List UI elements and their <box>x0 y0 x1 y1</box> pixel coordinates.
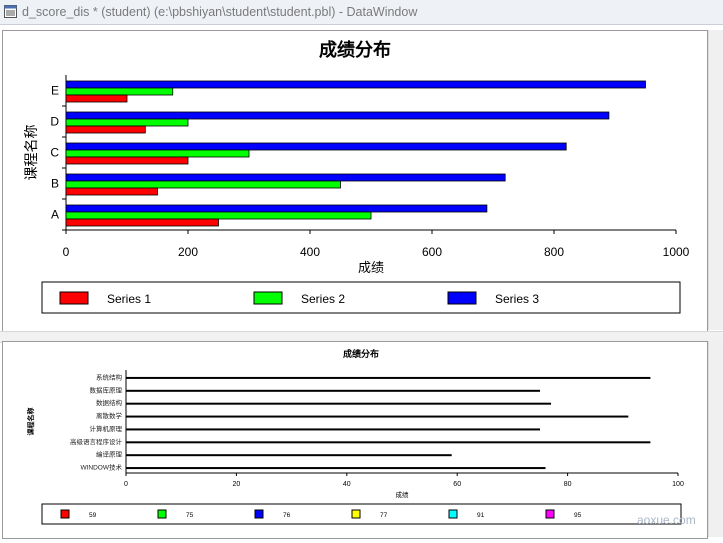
chart-2-legend-swatch <box>254 509 264 519</box>
chart-2-category-label: 系统结构 <box>96 372 123 381</box>
chart-1-bar-series-3 <box>65 173 506 182</box>
chart-1-legend-swatch <box>253 291 283 305</box>
chart-1-bar-series-1 <box>65 218 219 227</box>
chart-2-legend-swatch <box>545 509 555 519</box>
chart-1-legend-label: Series 3 <box>495 292 539 306</box>
chart-2-x-tick-label: 40 <box>343 481 351 488</box>
chart-2-legend-swatch <box>60 509 70 519</box>
chart-1-category-label: D <box>50 115 59 129</box>
chart-2-x-tick-label: 100 <box>672 481 684 488</box>
chart-1-x-tick-label: 600 <box>422 245 442 259</box>
chart-2-legend-swatch <box>351 509 361 519</box>
chart-2-bar <box>126 402 552 405</box>
chart-2-legend-swatch <box>448 509 458 519</box>
chart-2-x-tick-label: 80 <box>564 481 572 488</box>
chart-1-bar-series-1 <box>65 125 146 134</box>
chart-2-legend-swatch <box>157 509 167 519</box>
chart-2-bar <box>126 389 540 392</box>
chart-1-category-label: B <box>51 177 59 191</box>
chart-2-legend-label: 95 <box>574 512 582 519</box>
chart-2-category-label: 数据结构 <box>96 398 123 407</box>
chart-1-bar-series-3 <box>65 111 610 120</box>
chart-1-category-label: C <box>50 146 59 160</box>
chart-2-title: 成绩分布 <box>343 348 379 359</box>
chart-2-bar <box>126 454 452 457</box>
chart-2-bar <box>126 441 651 444</box>
chart-1-bar-series-2 <box>65 87 174 96</box>
chart-1-category-label: A <box>51 208 59 222</box>
chart-1-x-tick-label: 1000 <box>663 245 690 259</box>
chart-1-bar-series-3 <box>65 204 488 213</box>
chart-2-legend <box>41 503 682 525</box>
chart-2-legend-label: 77 <box>380 512 388 519</box>
chart-1-bar-series-2 <box>65 180 341 189</box>
chart-2-category-label: 高级语言程序设计 <box>70 437 123 446</box>
chart-2-category-label: 编译原理 <box>96 450 123 459</box>
chart-1-bar-series-2 <box>65 118 189 127</box>
chart-2-legend-label: 59 <box>89 512 97 519</box>
chart-2-legend-label: 76 <box>283 512 291 519</box>
chart-2-category-label: WINDOW技术 <box>80 463 122 472</box>
datawindow-icon <box>4 5 17 18</box>
chart-1-legend-swatch <box>59 291 89 305</box>
chart-1-legend-label: Series 1 <box>107 292 151 306</box>
chart-2-category-label: 计算机原理 <box>90 424 123 433</box>
chart-pane-2[interactable]: 成绩分布 0 20 40 60 80 100 WINDOW技术 编译原理 高级语言程序设计 计算机原… <box>2 341 708 539</box>
chart-2-legend-label: 91 <box>477 512 485 519</box>
chart-2-x-axis-label: 成绩 <box>396 490 410 499</box>
chart-2-y-axis-label: 课程名称 <box>26 408 35 436</box>
chart-1-x-tick-label: 200 <box>178 245 198 259</box>
chart-2-category-label: 数据库原理 <box>90 385 123 394</box>
chart-2-x-tick-label: 20 <box>233 481 241 488</box>
chart-1-bar-series-1 <box>65 94 128 103</box>
chart-1-title: 成绩分布 <box>319 39 391 60</box>
chart-1-legend-label: Series 2 <box>301 292 345 306</box>
chart-1-x-tick-label: 400 <box>300 245 320 259</box>
chart-1[interactable]: 成绩分布 0 200 400 600 800 1000 A B C D E 成绩 课程名称 Series 1… <box>3 31 707 331</box>
chart-1-bar-series-1 <box>65 187 158 196</box>
chart-1-bar-series-3 <box>65 142 567 151</box>
chart-1-x-tick-label: 800 <box>544 245 564 259</box>
chart-2-x-tick-label: 60 <box>453 481 461 488</box>
chart-2[interactable]: 成绩分布 0 20 40 60 80 100 WINDOW技术 编译原理 高级语言程序设计 计算机原… <box>3 342 707 538</box>
chart-2-category-label: 离散数学 <box>96 411 123 420</box>
chart-1-bar-series-2 <box>65 211 372 220</box>
vertical-scrollbar-1[interactable] <box>708 30 723 330</box>
chart-2-bar <box>126 467 546 470</box>
chart-1-x-tick-label: 0 <box>63 245 70 259</box>
window-titlebar: d_score_dis * (student) (e:\pbshiyan\stu… <box>0 0 723 25</box>
chart-2-bar <box>126 415 629 418</box>
chart-1-x-axis-label: 成绩 <box>358 260 384 275</box>
chart-1-bar-series-2 <box>65 149 250 158</box>
chart-1-bar-series-3 <box>65 80 646 89</box>
chart-2-legend-label: 75 <box>186 512 194 519</box>
vertical-scrollbar-2[interactable] <box>708 341 723 537</box>
chart-1-y-axis-label: 课程名称 <box>23 125 39 181</box>
chart-2-x-tick-label: 0 <box>124 481 128 488</box>
chart-1-category-label: E <box>51 84 59 98</box>
window-title: d_score_dis * (student) (e:\pbshiyan\stu… <box>22 5 418 19</box>
chart-1-legend-swatch <box>447 291 477 305</box>
chart-pane-1[interactable]: 成绩分布 0 200 400 600 800 1000 A B C D E 成绩 课程名称 Series 1… <box>2 30 708 332</box>
chart-2-bar <box>126 428 540 431</box>
chart-2-bar <box>126 376 651 379</box>
chart-1-bar-series-1 <box>65 156 189 165</box>
watermark: aoxue.com <box>637 513 696 527</box>
